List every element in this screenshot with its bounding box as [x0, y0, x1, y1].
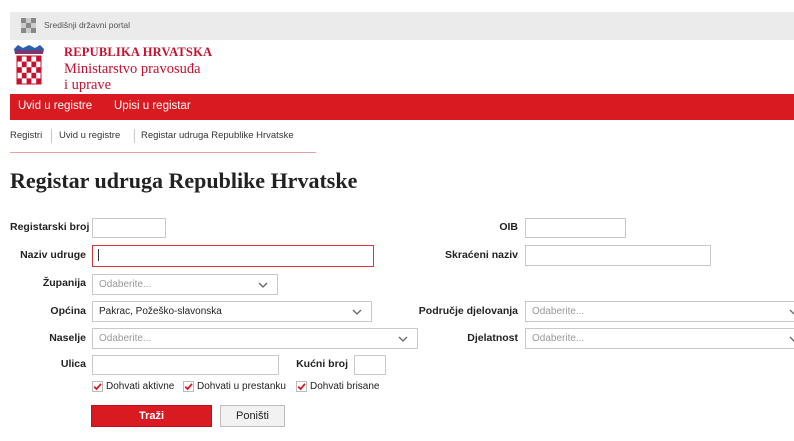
nav-item-uvid[interactable]: Uvid u registre — [18, 100, 92, 112]
kucni-broj-input[interactable] — [354, 355, 386, 375]
breadcrumb-item-uvid[interactable]: Uvid u registre — [59, 130, 120, 141]
skraceni-naziv-label: Skraćeni naziv — [445, 249, 518, 261]
naselje-value: Odaberite... — [99, 333, 152, 344]
opcina-value: Pakrac, Požeško-slavonska — [99, 306, 222, 317]
chevron-down-icon — [352, 309, 362, 315]
portal-logo-icon[interactable] — [21, 18, 37, 34]
checkbox-label: Dohvati brisane — [310, 381, 380, 392]
page-title: Registar udruga Republike Hrvatske — [10, 168, 358, 193]
oib-input[interactable] — [525, 218, 626, 238]
podrucje-djelovanja-label: Područje djelovanja — [418, 305, 518, 317]
breadcrumb-separator — [134, 129, 135, 143]
djelatnost-select[interactable]: Odaberite... — [525, 328, 794, 349]
podrucje-djelovanja-value: Odaberite... — [532, 306, 585, 317]
oib-label: OIB — [499, 221, 518, 233]
opcina-select[interactable]: Pakrac, Požeško-slavonska — [92, 301, 372, 322]
breadcrumb-separator — [51, 129, 52, 143]
checkbox-label: Dohvati u prestanku — [197, 381, 286, 392]
ulica-input[interactable] — [92, 355, 279, 375]
chevron-down-icon — [789, 309, 794, 315]
naselje-label: Naselje — [49, 332, 86, 344]
djelatnost-value: Odaberite... — [532, 333, 585, 344]
checkbox-label: Dohvati aktivne — [106, 381, 175, 392]
search-button[interactable]: Traži — [91, 405, 212, 427]
checkmark-icon — [92, 381, 103, 392]
registarski-broj-label: Registarski broj — [10, 221, 90, 233]
zupanija-select[interactable]: Odaberite... — [92, 274, 278, 295]
zupanija-label: Županija — [42, 277, 86, 289]
registarski-broj-input[interactable] — [92, 218, 166, 238]
kucni-broj-label: Kućni broj — [296, 358, 348, 370]
podrucje-djelovanja-select[interactable]: Odaberite... — [525, 301, 794, 322]
nav-item-upisi[interactable]: Upisi u registar — [114, 100, 191, 112]
djelatnost-label: Djelatnost — [467, 332, 518, 344]
brand-line-2: Ministarstvo pravosuđa — [64, 61, 201, 77]
ulica-label: Ulica — [60, 358, 86, 370]
portal-bar: Središnji državni portal — [10, 12, 794, 40]
brand-line-1: REPUBLIKA HRVATSKA — [64, 45, 213, 59]
breadcrumb-item-registri[interactable]: Registri — [10, 130, 42, 141]
brand-line-3: i uprave — [64, 77, 112, 93]
checkmark-icon — [183, 381, 194, 392]
coat-of-arms-icon — [14, 45, 44, 85]
text-caret — [98, 249, 99, 261]
zupanija-value: Odaberite... — [99, 279, 152, 290]
naselje-select[interactable]: Odaberite... — [92, 328, 418, 349]
opcina-label: Općina — [50, 305, 86, 317]
breadcrumb-underline — [10, 152, 316, 153]
checkmark-icon — [296, 381, 307, 392]
ministry-brand[interactable]: REPUBLIKA HRVATSKA Ministarstvo pravosuđ… — [12, 45, 312, 93]
breadcrumb-item-current: Registar udruga Republike Hrvatske — [141, 130, 294, 141]
chevron-down-icon — [258, 282, 268, 288]
skraceni-naziv-input[interactable] — [525, 245, 711, 266]
portal-link[interactable]: Središnji državni portal — [44, 20, 130, 30]
naziv-udruge-label: Naziv udruge — [20, 249, 86, 261]
chevron-down-icon — [789, 336, 794, 342]
reset-button[interactable]: Poništi — [220, 405, 285, 427]
main-nav: Uvid u registre Upisi u registar — [10, 94, 794, 120]
naziv-udruge-input[interactable] — [92, 245, 374, 267]
